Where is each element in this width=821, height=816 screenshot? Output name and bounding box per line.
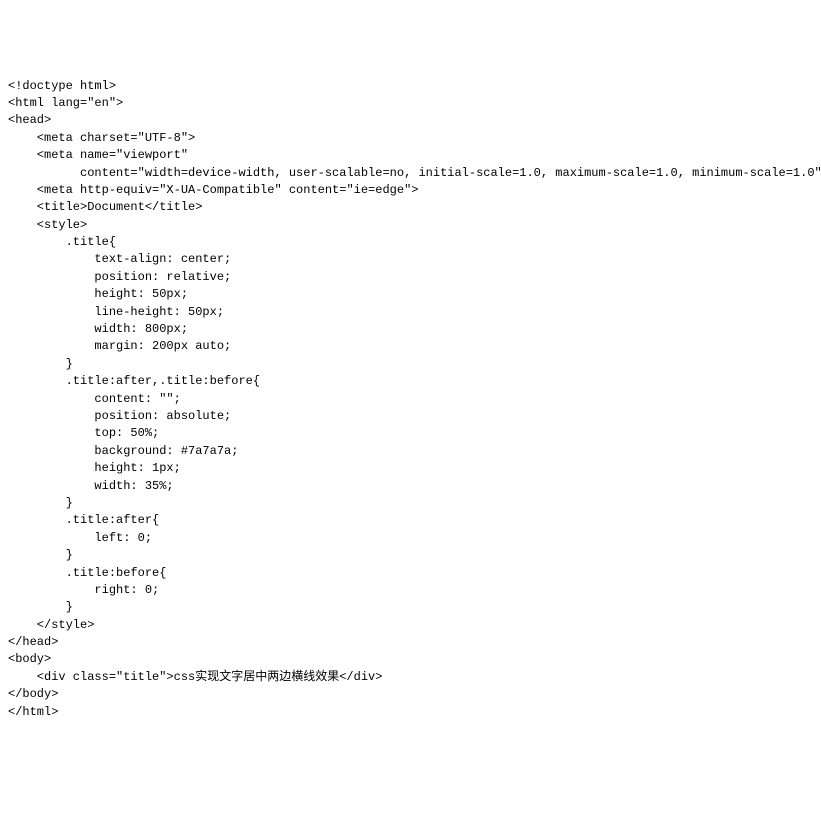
code-line: .title:before{ xyxy=(8,566,166,580)
code-line: .title{ xyxy=(8,235,116,249)
code-line: </body> xyxy=(8,687,58,701)
code-line: </style> xyxy=(8,618,94,632)
code-line: <body> xyxy=(8,652,51,666)
code-line: .title:after,.title:before{ xyxy=(8,374,260,388)
code-line: } xyxy=(8,357,73,371)
code-line: <div class="title">css实现文字居中两边横线效果</div> xyxy=(8,670,382,684)
code-line: </head> xyxy=(8,635,58,649)
code-line: <meta charset="UTF-8"> xyxy=(8,131,195,145)
code-line: width: 35%; xyxy=(8,479,174,493)
code-line: height: 50px; xyxy=(8,287,188,301)
code-line: <meta http-equiv="X-UA-Compatible" conte… xyxy=(8,183,418,197)
code-line: line-height: 50px; xyxy=(8,305,224,319)
code-line: position: absolute; xyxy=(8,409,231,423)
code-line: <title>Document</title> xyxy=(8,200,202,214)
code-line: top: 50%; xyxy=(8,426,159,440)
code-line: <head> xyxy=(8,113,51,127)
code-line: } xyxy=(8,600,73,614)
code-line: text-align: center; xyxy=(8,252,231,266)
code-line: <!doctype html> xyxy=(8,79,116,93)
code-line: right: 0; xyxy=(8,583,159,597)
code-line: height: 1px; xyxy=(8,461,181,475)
code-line: } xyxy=(8,548,73,562)
code-line: content="width=device-width, user-scalab… xyxy=(8,166,821,180)
code-line: } xyxy=(8,496,73,510)
code-line: content: ""; xyxy=(8,392,181,406)
code-line: <style> xyxy=(8,218,87,232)
code-line: margin: 200px auto; xyxy=(8,339,231,353)
code-line: left: 0; xyxy=(8,531,152,545)
code-line: <html lang="en"> xyxy=(8,96,123,110)
code-line: width: 800px; xyxy=(8,322,188,336)
code-line: background: #7a7a7a; xyxy=(8,444,238,458)
code-line: <meta name="viewport" xyxy=(8,148,188,162)
code-snippet: <!doctype html> <html lang="en"> <head> … xyxy=(8,78,813,721)
code-line: </html> xyxy=(8,705,58,719)
code-line: .title:after{ xyxy=(8,513,159,527)
code-line: position: relative; xyxy=(8,270,231,284)
